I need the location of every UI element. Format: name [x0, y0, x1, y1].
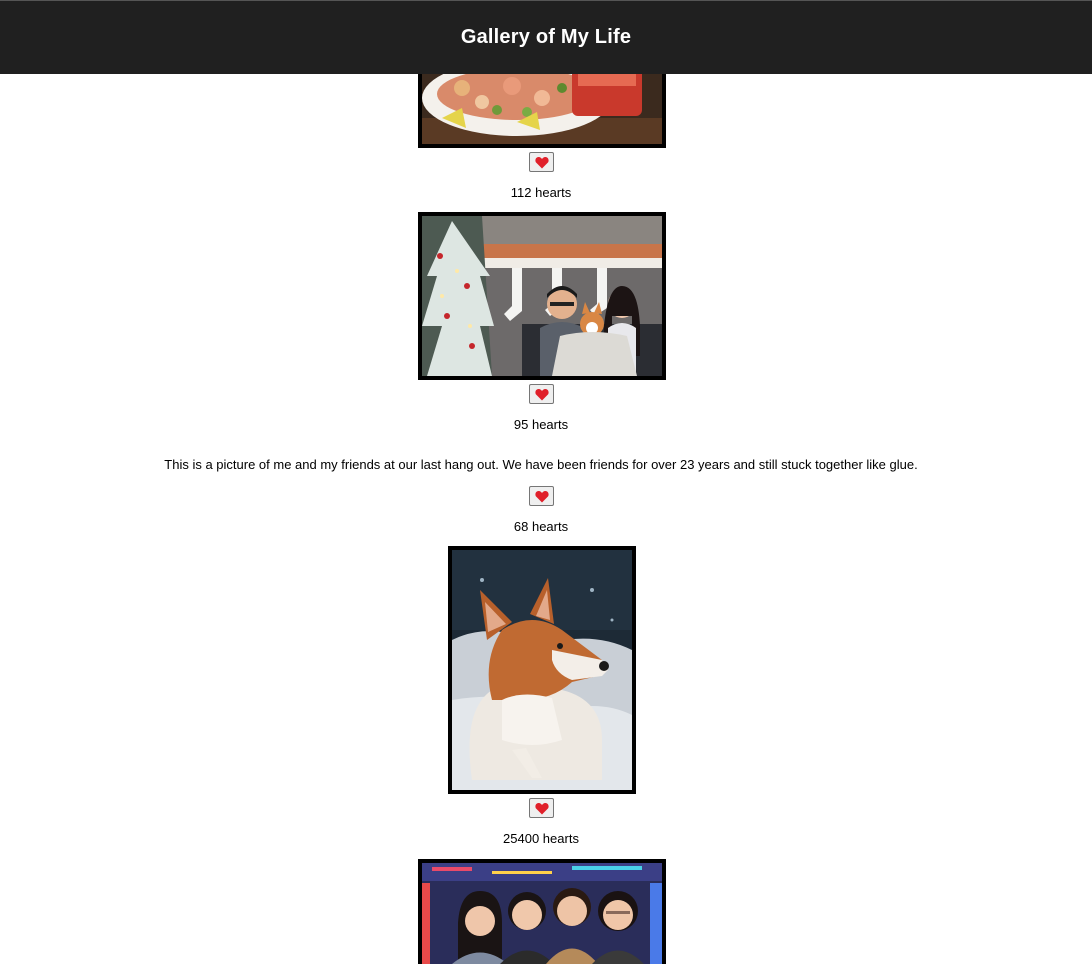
- heart-count: 68 hearts: [513, 519, 569, 534]
- heart-icon: [534, 388, 549, 400]
- heart-icon: [534, 490, 549, 502]
- heart-count: 25400 hearts: [503, 831, 579, 846]
- like-button-caption[interactable]: [529, 486, 554, 506]
- holiday-family-photo: [418, 212, 666, 380]
- like-button-holiday[interactable]: [529, 384, 554, 404]
- corgi-photo: [448, 546, 636, 794]
- friends-group-photo: [418, 859, 666, 964]
- like-button-food[interactable]: [529, 152, 554, 172]
- app-header: Gallery of My Life: [0, 0, 1092, 74]
- heart-count: 112 hearts: [510, 185, 572, 200]
- gallery-feed: 112 hearts 95 hearts This is a picture o…: [0, 0, 1092, 964]
- page-title: Gallery of My Life: [460, 26, 632, 48]
- post-caption: This is a picture of me and my friends a…: [164, 457, 918, 472]
- heart-count: 95 hearts: [513, 417, 569, 432]
- heart-icon: [534, 802, 549, 814]
- heart-icon: [534, 156, 549, 168]
- like-button-corgi[interactable]: [529, 798, 554, 818]
